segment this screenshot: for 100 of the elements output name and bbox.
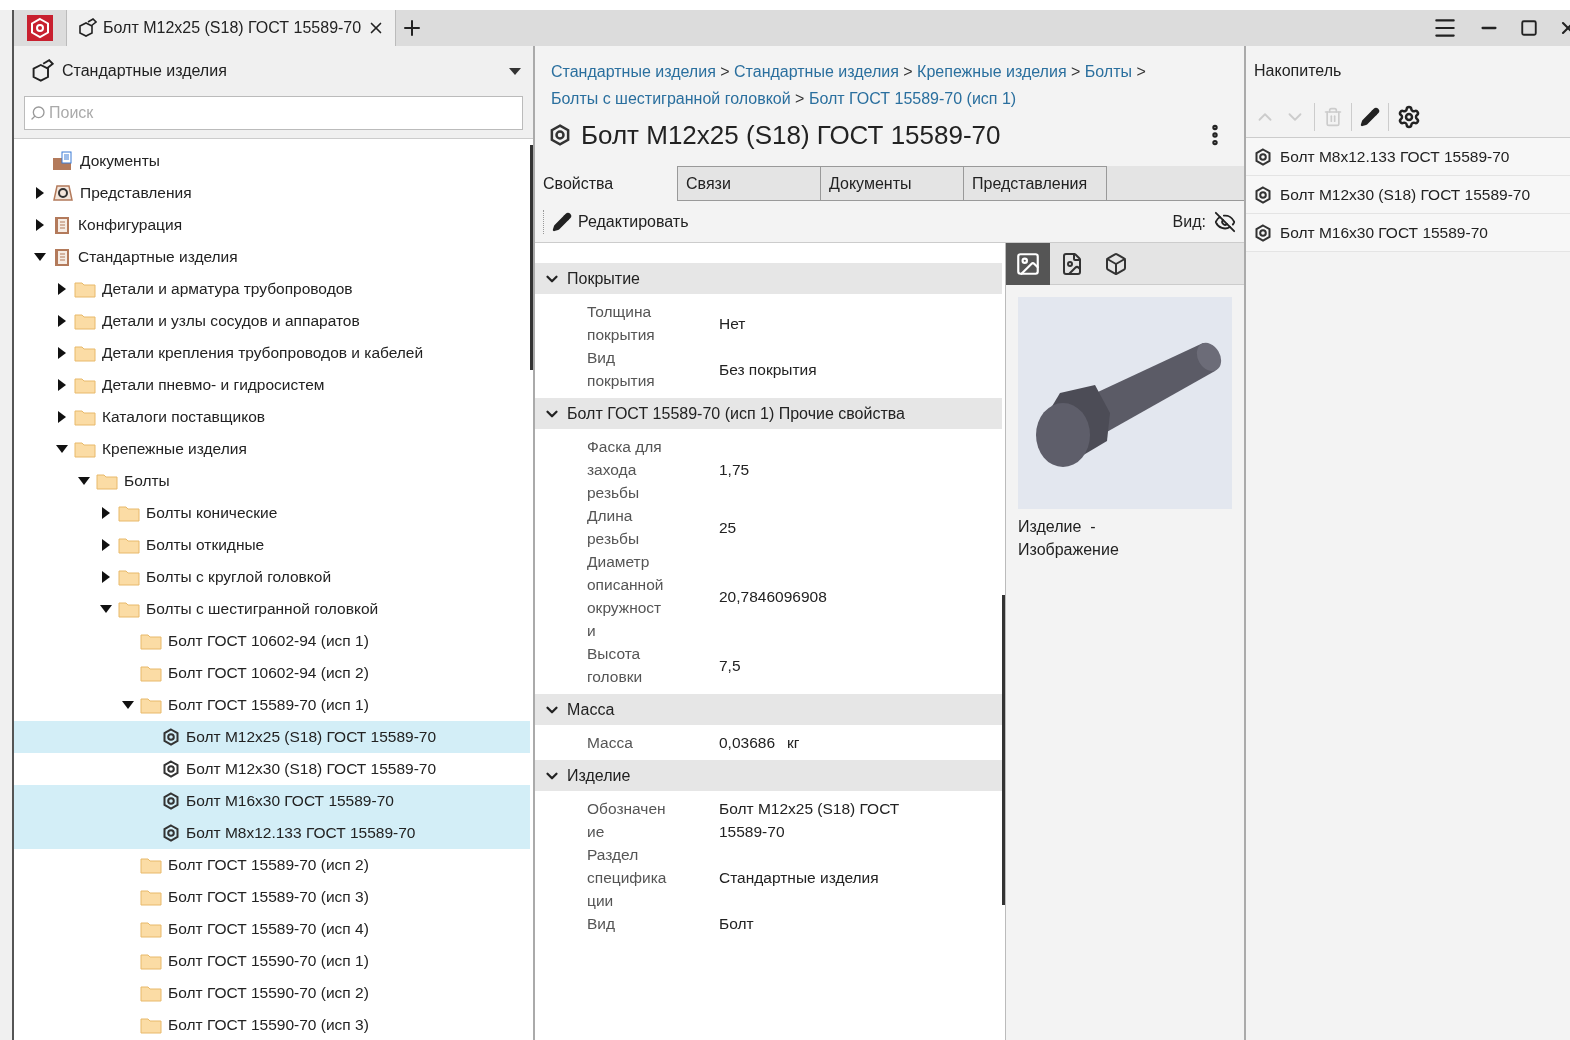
tree-item-label: Болты откидные — [146, 535, 265, 556]
expanded-arrow-icon[interactable] — [78, 476, 90, 486]
breadcrumb-link[interactable]: Болты — [1084, 63, 1132, 80]
tab[interactable]: Представления — [964, 166, 1107, 200]
search-field[interactable]: Поиск — [24, 96, 523, 130]
maximize-icon[interactable] — [1520, 19, 1538, 37]
part-icon — [162, 792, 180, 810]
folder-icon — [140, 856, 162, 874]
tree-item-label: Крепежные изделия — [102, 439, 247, 460]
tree-item[interactable]: Болт ГОСТ 15590-70 (исп 3) — [14, 1009, 530, 1040]
tree-item[interactable]: Болт ГОСТ 15590-70 (исп 2) — [14, 977, 530, 1009]
expanded-arrow-icon[interactable] — [56, 444, 68, 454]
hidden-eye-icon[interactable] — [1214, 210, 1236, 233]
tree-item[interactable]: Болт М12x30 (S18) ГОСТ 15589-70 — [14, 753, 530, 785]
tree-item[interactable]: Детали пневмо- и гидросистем — [14, 369, 530, 401]
tree-item[interactable]: Болты — [14, 465, 530, 497]
tree-item[interactable]: Болты конические — [14, 497, 530, 529]
collapsed-arrow-icon[interactable] — [57, 379, 67, 391]
tree-item[interactable]: Болт ГОСТ 15589-70 (исп 4) — [14, 913, 530, 945]
collapsed-arrow-icon[interactable] — [57, 283, 67, 295]
tab[interactable]: Документы — [821, 166, 964, 200]
tree-item[interactable]: Конфигурация — [14, 209, 530, 241]
storage-item[interactable]: Болт М8x12.133 ГОСТ 15589-70 — [1246, 138, 1570, 176]
storage-item[interactable]: Болт М12x30 (S18) ГОСТ 15589-70 — [1246, 176, 1570, 214]
scrollbar[interactable] — [530, 145, 533, 370]
expanded-arrow-icon[interactable] — [100, 604, 112, 614]
edit-button[interactable]: Редактировать — [543, 209, 697, 234]
tree-item[interactable]: Болты с шестигранной головкой — [14, 593, 530, 625]
folder-icon — [118, 504, 140, 522]
breadcrumb-link[interactable]: Болт ГОСТ 15589-70 (исп 1) — [808, 90, 1017, 107]
library-dropdown[interactable]: Стандартные изделия — [14, 46, 533, 96]
breadcrumb-link[interactable]: Болты с шестигранной головкой — [551, 90, 791, 107]
tree-item[interactable]: Болт М8x12.133 ГОСТ 15589-70 — [14, 817, 530, 849]
collapsed-arrow-icon[interactable] — [101, 571, 111, 583]
collapsed-arrow-icon[interactable] — [57, 347, 67, 359]
collapsed-arrow-icon[interactable] — [35, 187, 45, 199]
tree-item[interactable]: Детали и узлы сосудов и аппаратов — [14, 305, 530, 337]
collapsed-arrow-icon[interactable] — [57, 411, 67, 423]
tree-item-label: Детали пневмо- и гидросистем — [102, 375, 325, 396]
tree-item[interactable]: Каталоги поставщиков — [14, 401, 530, 433]
property-group-header[interactable]: Покрытие — [535, 263, 1002, 294]
document-tab[interactable]: Болт М12x25 (S18) ГОСТ 15589-70 — [66, 10, 397, 46]
tree-item[interactable]: Детали и арматура трубопроводов — [14, 273, 530, 305]
preview-caption: Изделие - Изображение — [1018, 517, 1120, 560]
tab[interactable]: Свойства — [535, 166, 678, 201]
tree-item-label: Детали крепления трубопроводов и кабелей — [102, 343, 424, 364]
property-label: Длина резьбы — [587, 506, 641, 549]
image-view-tab[interactable] — [1006, 243, 1050, 285]
tree-item[interactable]: Болт ГОСТ 15589-70 (исп 3) — [14, 881, 530, 913]
tree-item[interactable]: Болт ГОСТ 10602-94 (исп 2) — [14, 657, 530, 689]
breadcrumb-link[interactable]: Крепежные изделия — [917, 63, 1067, 80]
breadcrumb-link[interactable]: Стандартные изделия — [551, 63, 716, 80]
tree-item[interactable]: Болт ГОСТ 15589-70 (исп 1) — [14, 689, 530, 721]
collapsed-arrow-icon[interactable] — [35, 219, 45, 231]
tree-item-label: Болты — [124, 471, 170, 492]
tab[interactable]: Связи — [678, 166, 821, 200]
tree-item[interactable]: Болт М16x30 ГОСТ 15589-70 — [14, 785, 530, 817]
property-group-header[interactable]: Изделие — [535, 760, 1002, 792]
property-value: 1,75 — [719, 460, 750, 480]
breadcrumb-separator: > — [795, 90, 805, 107]
tree-item-label: Болты конические — [146, 503, 278, 524]
tree-item[interactable]: Болты откидные — [14, 529, 530, 561]
tree-item[interactable]: Болт ГОСТ 10602-94 (исп 1) — [14, 625, 530, 657]
tree-item[interactable]: Болт М12x25 (S18) ГОСТ 15589-70 — [14, 721, 530, 753]
picture-icon — [1015, 251, 1041, 277]
tree-item[interactable]: Болт ГОСТ 15590-70 (исп 1) — [14, 945, 530, 977]
collapsed-arrow-icon[interactable] — [101, 539, 111, 551]
property-label: Вид покрытия — [587, 348, 656, 391]
property-group-header[interactable]: Болт ГОСТ 15589-70 (исп 1) Прочие свойства — [535, 398, 1002, 429]
folder-icon — [74, 312, 96, 330]
settings-icon[interactable] — [1397, 104, 1421, 129]
tree-item[interactable]: Представления — [14, 177, 530, 209]
collapsed-arrow-icon[interactable] — [57, 315, 67, 327]
tree-item-label: Болт ГОСТ 15589-70 (исп 2) — [168, 855, 369, 876]
tree-item[interactable]: Болты с круглой головкой — [14, 561, 530, 593]
standard-parts-icon — [77, 18, 97, 38]
breadcrumb-link[interactable]: Стандартные изделия — [734, 63, 899, 80]
property-group-header[interactable]: Масса — [535, 694, 1002, 725]
cube-icon — [1104, 252, 1128, 276]
tree-item-label: Болт М8x12.133 ГОСТ 15589-70 — [186, 823, 416, 844]
folder-icon — [118, 600, 140, 618]
scrollbar[interactable] — [1002, 595, 1005, 905]
tree-item-label: Представления — [80, 183, 192, 204]
collapsed-arrow-icon[interactable] — [101, 507, 111, 519]
folder-icon — [140, 888, 162, 906]
property-value: Болт М12x25 (S18) ГОСТ 15589-70 — [719, 799, 901, 843]
tree-item-label: Конфигурация — [78, 215, 183, 236]
expanded-arrow-icon[interactable] — [34, 252, 46, 262]
storage-item[interactable]: Болт М16x30 ГОСТ 15589-70 — [1246, 214, 1570, 252]
tree-item-label: Болт ГОСТ 10602-94 (исп 1) — [168, 631, 369, 652]
tree-item[interactable]: Документы — [14, 145, 530, 177]
property-label: Фаска для захода резьбы — [587, 437, 663, 503]
tree-item[interactable]: Крепежные изделия — [14, 433, 530, 465]
folder-icon — [140, 952, 162, 970]
edit-list-icon[interactable] — [1360, 106, 1380, 127]
tree-item[interactable]: Болт ГОСТ 15589-70 (исп 2) — [14, 849, 530, 881]
property-value: 0,03686 — [719, 733, 776, 754]
tree-item[interactable]: Детали крепления трубопроводов и кабелей — [14, 337, 530, 369]
expanded-arrow-icon[interactable] — [122, 700, 134, 710]
tree-item[interactable]: Стандартные изделия — [14, 241, 530, 273]
